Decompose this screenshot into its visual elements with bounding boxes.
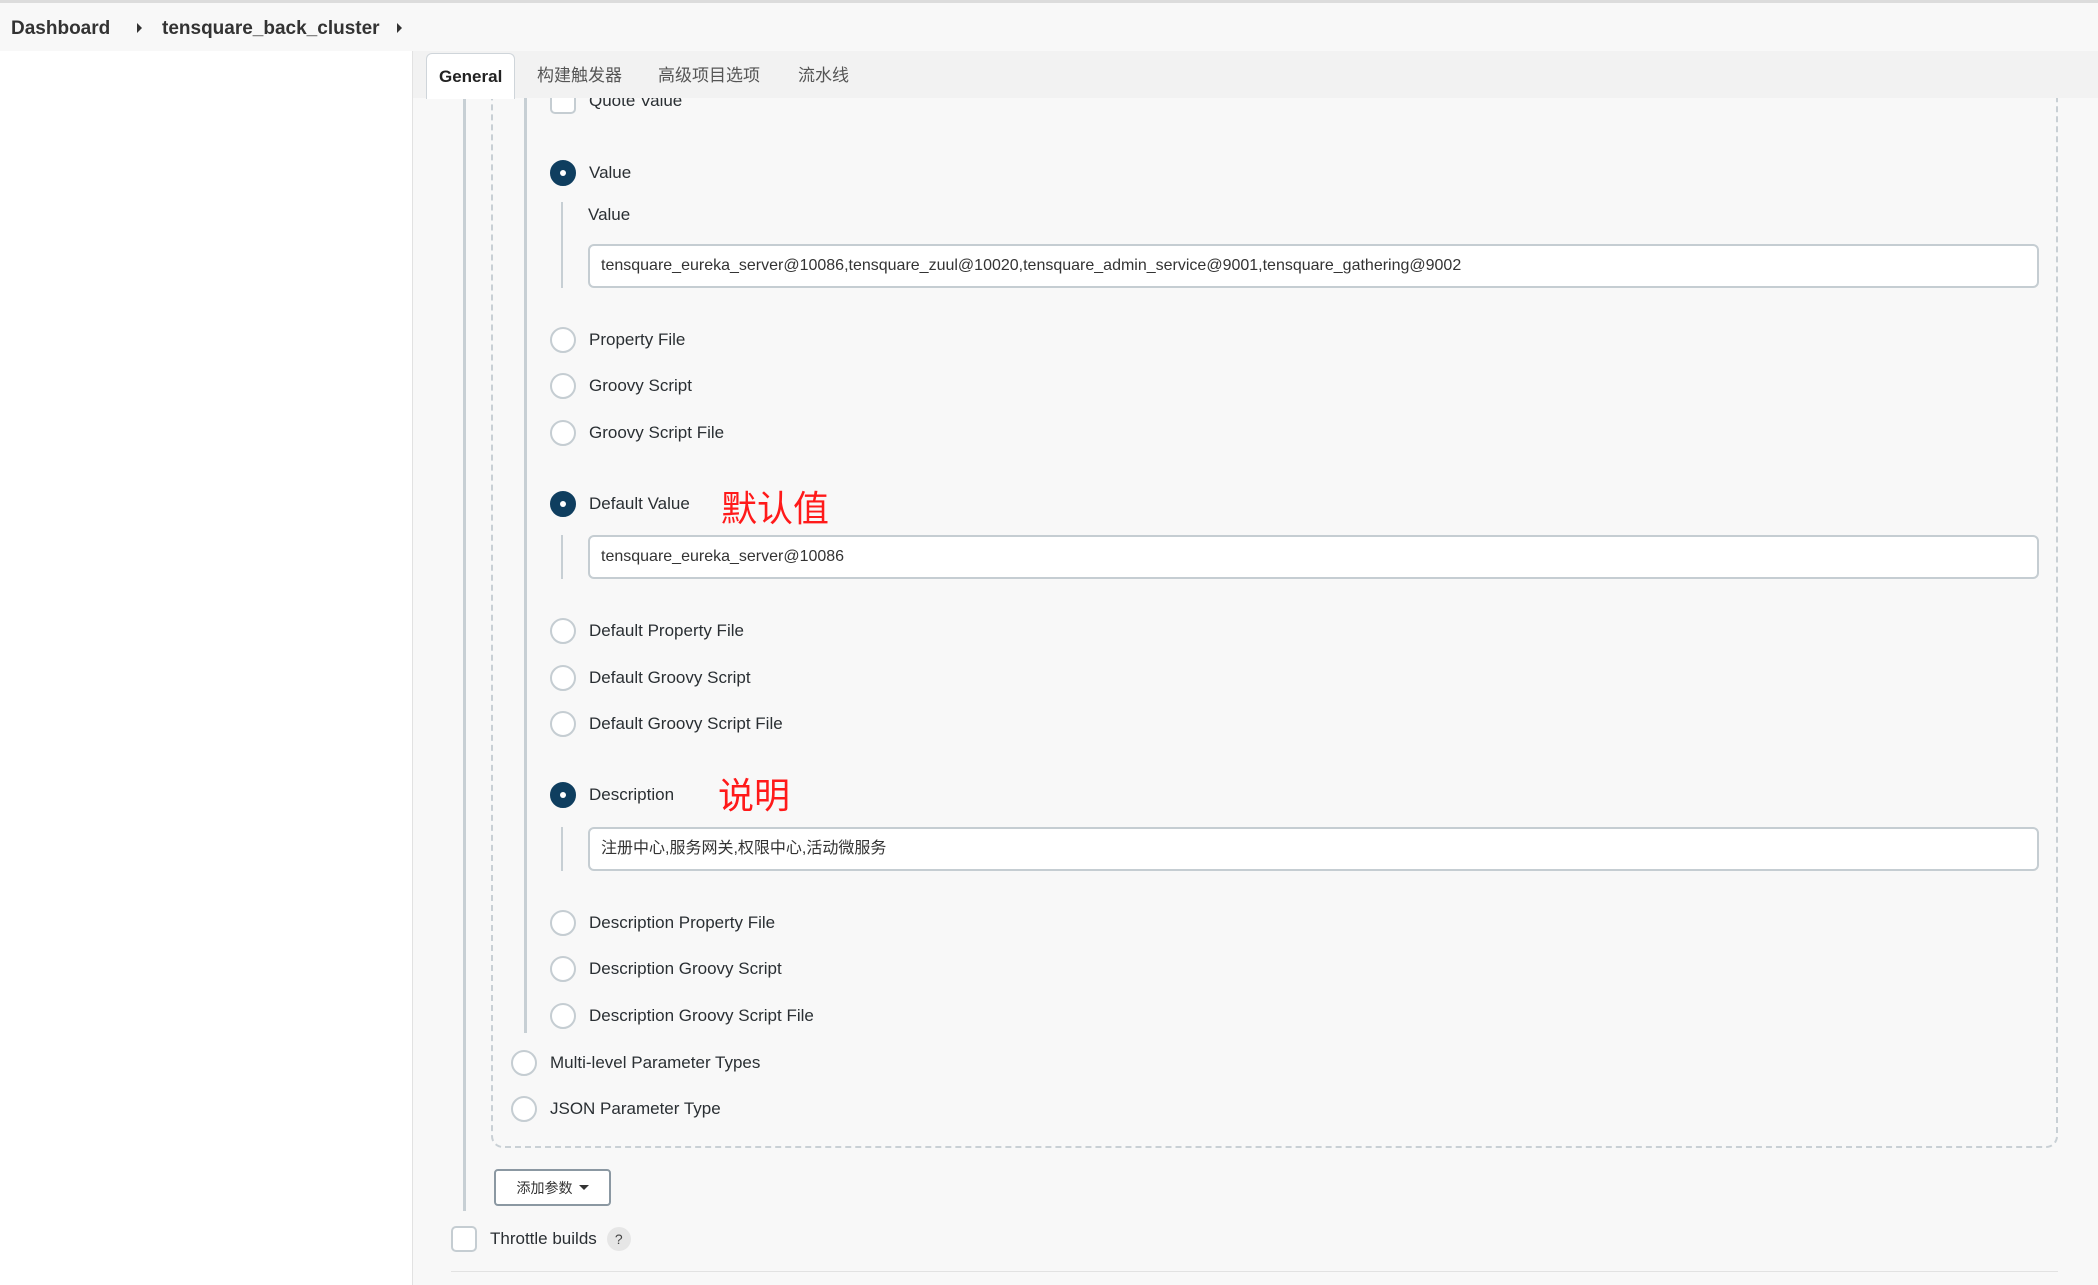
- radio-description[interactable]: Description: [550, 781, 674, 809]
- add-parameter-label: 添加参数: [516, 1179, 573, 1196]
- radio-label: Description Property File: [589, 913, 776, 932]
- radio-label: Groovy Script: [589, 376, 692, 395]
- radio-unchecked-icon[interactable]: [550, 711, 576, 737]
- radio-label: Description Groovy Script File: [589, 1006, 814, 1025]
- throttle-builds-label: Throttle builds: [490, 1229, 597, 1248]
- radio-unchecked-icon[interactable]: [550, 910, 576, 936]
- value-input[interactable]: tensquare_eureka_server@10086,tensquare_…: [588, 244, 2039, 288]
- radio-groovy-script-file[interactable]: Groovy Script File: [550, 419, 724, 447]
- default-value-indent-line: [561, 535, 563, 579]
- tab-build-triggers[interactable]: 构建触发器: [537, 53, 622, 98]
- throttle-builds-row[interactable]: Throttle builds ?: [451, 1225, 631, 1253]
- radio-default-value[interactable]: Default Value: [550, 490, 690, 518]
- radio-checked-icon[interactable]: [550, 491, 576, 517]
- radio-label: Default Groovy Script: [589, 668, 751, 687]
- value-indent-line: [561, 202, 563, 288]
- tab-bar: General 构建触发器 高级项目选项 流水线: [413, 51, 2098, 99]
- breadcrumb-separator-icon[interactable]: [397, 23, 402, 33]
- section-indent-line: [463, 98, 466, 1211]
- radio-label: Default Groovy Script File: [589, 714, 783, 733]
- breadcrumb-project[interactable]: tensquare_back_cluster: [162, 18, 380, 40]
- radio-label: Default Value: [589, 494, 690, 513]
- radio-unchecked-icon[interactable]: [550, 618, 576, 644]
- radio-default-groovy-script-file[interactable]: Default Groovy Script File: [550, 710, 783, 738]
- breadcrumb-separator-icon[interactable]: [137, 23, 142, 33]
- radio-label: Multi-level Parameter Types: [550, 1053, 761, 1072]
- description-input[interactable]: 注册中心,服务网关,权限中心,活动微服务: [588, 827, 2039, 871]
- radio-groovy-script[interactable]: Groovy Script: [550, 372, 692, 400]
- radio-label: Description: [589, 785, 675, 804]
- description-indent-line: [561, 827, 563, 871]
- radio-checked-icon[interactable]: [550, 160, 576, 186]
- parameter-dashed-container: [491, 60, 2058, 1148]
- default-value-annotation: 默认值: [721, 489, 830, 530]
- radio-unchecked-icon[interactable]: [511, 1050, 537, 1076]
- radio-default-groovy-script[interactable]: Default Groovy Script: [550, 664, 751, 692]
- radio-description-groovy-script-file[interactable]: Description Groovy Script File: [550, 1002, 814, 1030]
- sidebar: [0, 51, 412, 1285]
- radio-label: JSON Parameter Type: [550, 1099, 721, 1118]
- breadcrumb-dashboard[interactable]: Dashboard: [11, 18, 110, 40]
- radio-unchecked-icon[interactable]: [550, 665, 576, 691]
- radio-unchecked-icon[interactable]: [550, 373, 576, 399]
- value-field-label: Value: [588, 205, 631, 224]
- radio-label: Property File: [589, 330, 686, 349]
- radio-default-property-file[interactable]: Default Property File: [550, 617, 744, 645]
- radio-value[interactable]: Value: [550, 159, 631, 187]
- radio-unchecked-icon[interactable]: [550, 1003, 576, 1029]
- section-divider: [451, 1271, 2058, 1272]
- throttle-builds-checkbox[interactable]: [451, 1226, 477, 1252]
- radio-description-groovy-script[interactable]: Description Groovy Script: [550, 955, 782, 983]
- tab-general[interactable]: General: [426, 53, 516, 99]
- radio-unchecked-icon[interactable]: [550, 420, 576, 446]
- radio-multi-level-parameter-types[interactable]: Multi-level Parameter Types: [511, 1049, 760, 1077]
- caret-down-icon: [578, 1185, 589, 1190]
- add-parameter-button[interactable]: 添加参数: [494, 1169, 611, 1206]
- breadcrumb: Dashboard tensquare_back_cluster: [0, 3, 2098, 51]
- radio-label: Default Property File: [589, 621, 744, 640]
- default-value-input[interactable]: tensquare_eureka_server@10086: [588, 535, 2039, 579]
- tab-pipeline[interactable]: 流水线: [798, 53, 849, 98]
- tab-advanced-project-options[interactable]: 高级项目选项: [658, 53, 760, 98]
- radio-json-parameter-type[interactable]: JSON Parameter Type: [511, 1095, 721, 1123]
- radio-property-file[interactable]: Property File: [550, 326, 685, 354]
- radio-label: Description Groovy Script: [589, 959, 782, 978]
- radio-unchecked-icon[interactable]: [550, 327, 576, 353]
- radio-unchecked-icon[interactable]: [550, 956, 576, 982]
- radio-description-property-file[interactable]: Description Property File: [550, 909, 775, 937]
- radio-unchecked-icon[interactable]: [511, 1096, 537, 1122]
- help-icon[interactable]: ?: [606, 1227, 631, 1251]
- radio-checked-icon[interactable]: [550, 782, 576, 808]
- description-annotation: 说明: [718, 776, 791, 817]
- choice-indent-line: [524, 98, 527, 1033]
- radio-label: Value: [589, 163, 632, 182]
- sidebar-divider: [412, 51, 413, 1285]
- radio-label: Groovy Script File: [589, 423, 725, 442]
